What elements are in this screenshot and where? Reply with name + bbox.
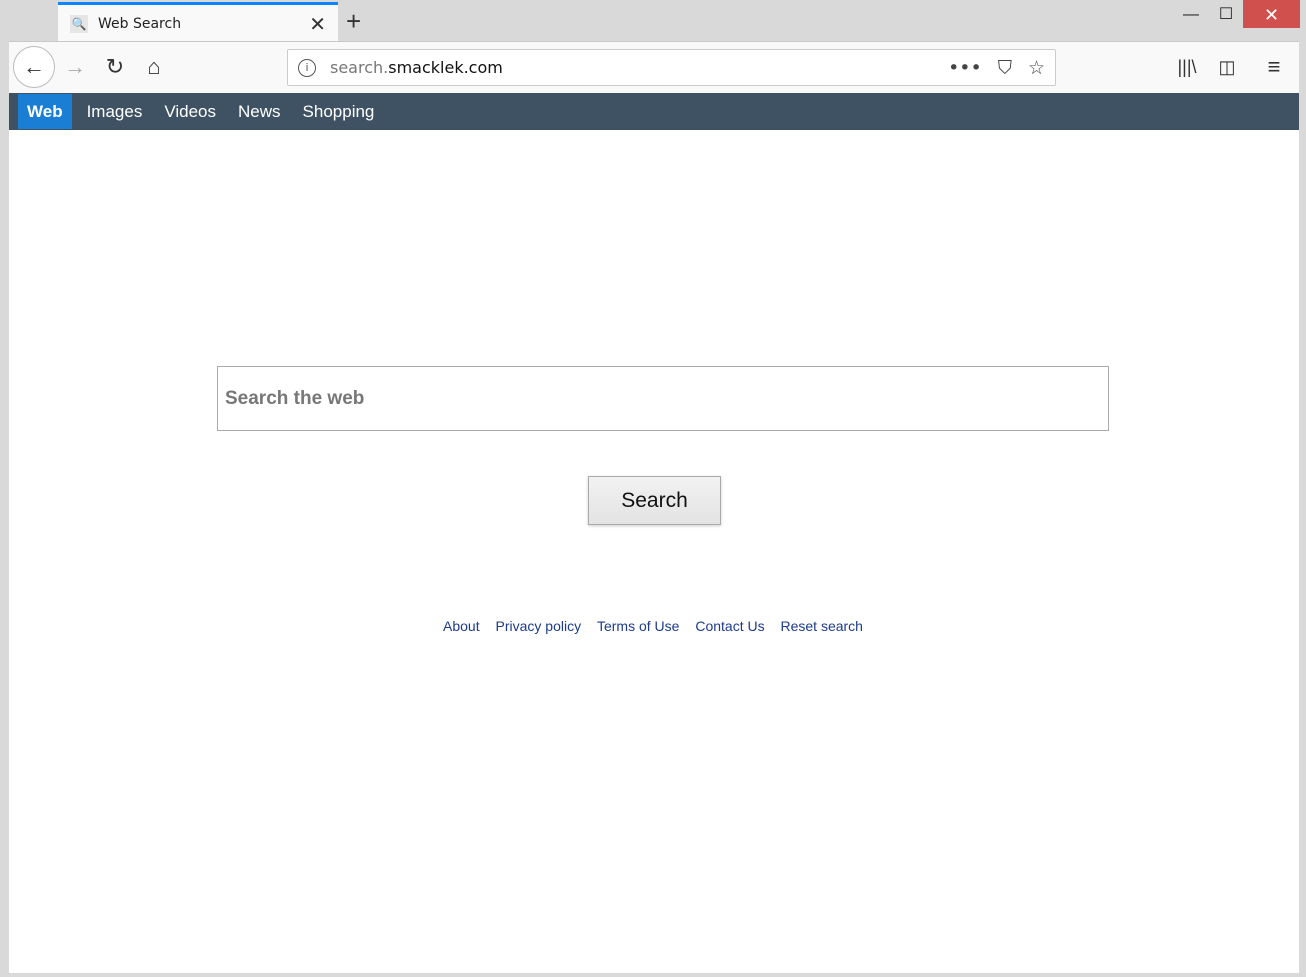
search-button[interactable]: Search: [588, 476, 721, 525]
nav-web[interactable]: Web: [18, 94, 72, 129]
new-tab-button[interactable]: +: [346, 6, 361, 37]
search-nav: Web Images Videos News Shopping: [9, 93, 1299, 130]
nav-videos[interactable]: Videos: [153, 94, 227, 129]
nav-news[interactable]: News: [227, 94, 292, 129]
reset-search-link[interactable]: Reset search: [780, 618, 862, 634]
sidebar-icon[interactable]: ◫: [1210, 50, 1244, 84]
close-window-button[interactable]: ✕: [1243, 0, 1300, 28]
footer-links: About Privacy policy Terms of Use Contac…: [0, 618, 1306, 634]
library-icon[interactable]: |||\: [1170, 50, 1204, 84]
page-content: [9, 130, 1299, 973]
url-bar[interactable]: i search. smacklek.com ••• ⛉ ☆: [287, 49, 1056, 86]
back-button[interactable]: ←: [13, 46, 55, 88]
contact-link[interactable]: Contact Us: [695, 618, 764, 634]
terms-link[interactable]: Terms of Use: [597, 618, 679, 634]
close-tab-icon[interactable]: ✕: [309, 12, 326, 36]
privacy-link[interactable]: Privacy policy: [496, 618, 582, 634]
nav-shopping[interactable]: Shopping: [292, 94, 386, 129]
home-button[interactable]: ⌂: [137, 50, 171, 84]
toolbar: ← → ↻ ⌂ i search. smacklek.com ••• ⛉ ☆ |||\…: [9, 41, 1299, 93]
url-domain: smacklek.com: [388, 58, 503, 77]
browser-tab[interactable]: 🔍 Web Search ✕: [58, 2, 338, 42]
menu-icon[interactable]: ≡: [1257, 50, 1291, 84]
pocket-icon[interactable]: ⛉: [998, 57, 1012, 79]
info-icon[interactable]: i: [298, 58, 316, 77]
url-prefix: search.: [330, 58, 389, 77]
tab-title: Web Search: [98, 15, 182, 32]
search-icon: 🔍: [70, 14, 88, 33]
search-input[interactable]: Search the web: [217, 366, 1109, 431]
star-icon[interactable]: ☆: [1028, 57, 1045, 79]
reload-button[interactable]: ↻: [98, 50, 132, 84]
nav-images[interactable]: Images: [76, 94, 154, 129]
about-link[interactable]: About: [443, 618, 480, 634]
more-icon[interactable]: •••: [948, 57, 982, 79]
forward-button[interactable]: →: [58, 50, 92, 84]
